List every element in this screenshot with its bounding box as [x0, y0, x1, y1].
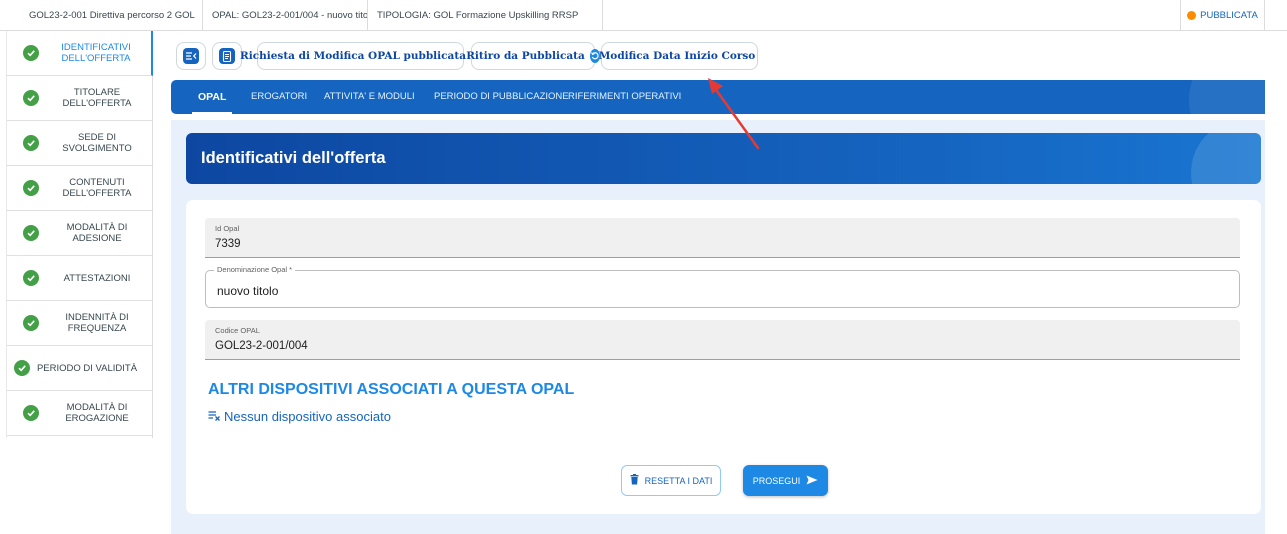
tab-opal[interactable]: OPAL [191, 80, 233, 114]
denominazione-opal-field[interactable]: Denominazione Opal * nuovo titolo [205, 265, 1240, 308]
sidebar-item-label: CONTENUTI DELL'OFFERTA [62, 177, 132, 199]
check-circle-icon [23, 225, 39, 241]
status-dot-icon [1187, 11, 1197, 20]
sidebar-item-indennita[interactable]: INDENNITÀ DI FREQUENZA [7, 301, 153, 346]
breadcrumb-item-direttiva[interactable]: GOL23-2-001 Direttiva percorso 2 GOL [20, 0, 203, 31]
id-opal-field: Id Opal 7339 [205, 218, 1240, 258]
sidebar: IDENTIFICATIVI DELL'OFFERTA TITOLARE DEL… [6, 31, 153, 438]
sidebar-item-label: MODALITÀ DI EROGAZIONE [65, 402, 129, 424]
breadcrumb-item-tipologia[interactable]: TIPOLOGIA: GOL Formazione Upskilling RRS… [368, 0, 603, 31]
breadcrumb-item-opal[interactable]: OPAL: GOL23-2-001/004 - nuovo titolo [203, 0, 368, 31]
sidebar-item-titolare[interactable]: TITOLARE DELL'OFFERTA [7, 76, 153, 121]
check-circle-icon [23, 405, 39, 421]
codice-opal-value: GOL23-2-001/004 [215, 340, 308, 352]
id-opal-value: 7339 [215, 238, 241, 250]
check-circle-icon [23, 135, 39, 151]
request-edit-label: Richiesta di Modifica OPAL pubblicata [240, 50, 467, 62]
sidebar-item-label: INDENNITÀ DI FREQUENZA [65, 312, 129, 334]
document-icon [219, 48, 235, 64]
sidebar-item-attestazioni[interactable]: ATTESTAZIONI [7, 256, 153, 301]
status-label: PUBBLICATA [1200, 10, 1258, 21]
id-opal-label: Id Opal [215, 224, 240, 233]
withdraw-button[interactable]: Ritiro da Pubblicata [466, 42, 600, 70]
check-circle-icon [23, 315, 39, 331]
sidebar-item-contenuti[interactable]: CONTENUTI DELL'OFFERTA [7, 166, 153, 211]
sidebar-item-label: IDENTIFICATIVI DELL'OFFERTA [61, 42, 131, 64]
status-badge: PUBBLICATA [1180, 0, 1265, 31]
next-label: PROSEGUI [752, 475, 801, 486]
codice-opal-field: Codice OPAL GOL23-2-001/004 [205, 320, 1240, 360]
document-button[interactable] [212, 42, 242, 70]
page-edge [1265, 31, 1287, 534]
withdraw-label: Ritiro da Pubblicata [466, 50, 585, 62]
sidebar-item-periodo-validita[interactable]: PERIODO DI VALIDITÀ [7, 346, 153, 391]
form-card: Id Opal 7339 Denominazione Opal * nuovo … [186, 200, 1261, 514]
request-edit-button[interactable]: Richiesta di Modifica OPAL pubblicata [240, 42, 482, 70]
next-button[interactable]: PROSEGUI [743, 465, 828, 496]
breadcrumb: GOL23-2-001 Direttiva percorso 2 GOL OPA… [0, 0, 1287, 31]
collapse-list-icon [183, 48, 199, 64]
annotation-arrow-icon [708, 78, 760, 150]
tab-periodo-pubblicazione[interactable]: PERIODO DI PUBBLICAZIONE [434, 80, 569, 114]
no-device-message: Nessun dispositivo associato [208, 409, 391, 424]
page-title: Identificativi dell'offerta [201, 149, 386, 167]
clear-list-icon [208, 409, 221, 424]
tab-erogatori[interactable]: EROGATORI [251, 80, 307, 114]
denominazione-opal-label: Denominazione Opal * [214, 265, 296, 274]
tab-riferimenti-operativi[interactable]: RIFERIMENTI OPERATIVI [568, 80, 681, 114]
codice-opal-label: Codice OPAL [215, 326, 260, 335]
sidebar-item-modalita-erogazione[interactable]: MODALITÀ DI EROGAZIONE [7, 391, 153, 436]
sidebar-item-sede[interactable]: SEDE DI SVOLGIMENTO [7, 121, 153, 166]
check-circle-icon [23, 45, 39, 61]
check-circle-icon [23, 180, 39, 196]
check-circle-icon [23, 90, 39, 106]
sidebar-item-label: ATTESTAZIONI [63, 272, 131, 284]
edit-start-date-button[interactable]: Modifica Data Inizio Corso [598, 42, 771, 70]
trash-icon [630, 474, 639, 487]
sidebar-item-label: MODALITÀ DI ADESIONE [66, 222, 128, 244]
collapse-sidebar-button[interactable] [176, 42, 206, 70]
tab-attivita-moduli[interactable]: ATTIVITA' E MODULI [324, 80, 415, 114]
sidebar-item-identificativi[interactable]: IDENTIFICATIVI DELL'OFFERTA [7, 31, 153, 76]
sidebar-item-modalita-adesione[interactable]: MODALITÀ DI ADESIONE [7, 211, 153, 256]
sidebar-item-label: PERIODO DI VALIDITÀ [36, 362, 138, 374]
sidebar-item-label: TITOLARE DELL'OFFERTA [62, 87, 132, 109]
check-circle-icon [23, 270, 39, 286]
main-content: Identificativi dell'offerta Id Opal 7339… [171, 120, 1265, 534]
no-device-text: Nessun dispositivo associato [224, 409, 391, 424]
reset-button[interactable]: RESETTA I DATI [621, 465, 721, 496]
denominazione-opal-value[interactable]: nuovo titolo [217, 284, 278, 298]
decorative-shape [1191, 133, 1261, 184]
associated-devices-title: ALTRI DISPOSITIVI ASSOCIATI A QUESTA OPA… [208, 381, 575, 398]
send-icon [806, 475, 818, 487]
edit-start-date-label: Modifica Data Inizio Corso [598, 50, 756, 62]
sidebar-item-label: SEDE DI SVOLGIMENTO [62, 132, 132, 154]
reset-label: RESETTA I DATI [644, 475, 713, 486]
